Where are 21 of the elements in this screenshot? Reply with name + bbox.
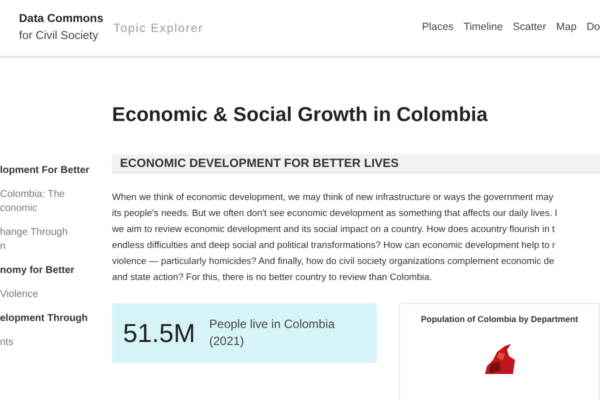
app-subtitle: Topic Explorer (113, 20, 204, 37)
stat-value: 51.5M (123, 316, 196, 350)
nav-link[interactable]: Do (586, 20, 600, 36)
nav-link[interactable]: Scatter (512, 20, 546, 36)
section-heading: ECONOMIC DEVELOPMENT FOR BETTER LIVES (120, 155, 399, 172)
nav-link[interactable]: Map (556, 20, 577, 36)
stat-label: People live in Colombia (2021) (209, 316, 335, 350)
outline-link[interactable]: hange Through n (0, 226, 112, 254)
brand-subtitle[interactable]: for Civil Society (19, 28, 104, 45)
brand-title[interactable]: Data Commons (19, 11, 104, 28)
outline-link[interactable]: nts (0, 336, 112, 350)
outline-link[interactable]: elopment Through (0, 312, 112, 326)
nav-link[interactable]: Places (422, 20, 454, 36)
outline-link[interactable]: lopment For Better (0, 164, 112, 178)
outline-link[interactable]: Colombia: The conomic (0, 188, 112, 216)
outline-link[interactable]: nomy for Better (0, 264, 112, 278)
map-title: Population of Colombia by Department (420, 313, 578, 326)
intro-paragraph: When we think of economic development, we may think of new infrastructure or ways the government may its people's needs. But we often don't see economic development as something that affects our daily lives. I we aim to review economic development and its social impact on a country. How does acountry flourish in t endless difficulties and deep social and political transformations? How can economic development help to r violence — particularly homicides? And finally, how do civil society organizations complement economic de and state action? For this, there is no better country to review than Colombia. (112, 190, 558, 284)
page-title: Economic & Social Growth in Colombia (112, 103, 489, 128)
nav-link[interactable]: Timeline (464, 20, 503, 36)
outline-link[interactable]: Violence (0, 288, 112, 302)
